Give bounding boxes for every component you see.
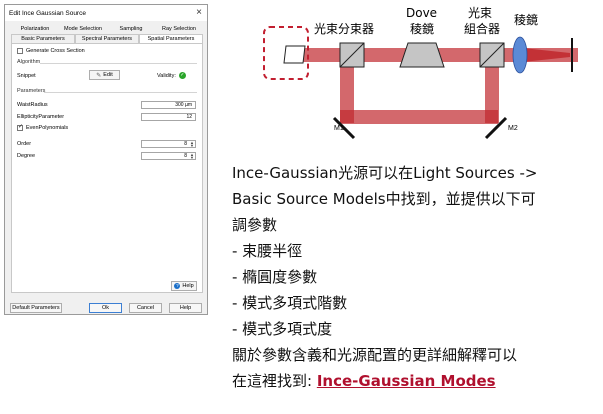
- edit-snippet-button[interactable]: ✎ Edit: [89, 70, 120, 80]
- even-polynomials-label: EvenPolynomials: [26, 125, 69, 131]
- desc-more-line-2: 在這裡找到: Ince-Gaussian Modes: [232, 368, 600, 394]
- tab-spatial-parameters[interactable]: Spatial Parameters: [139, 34, 203, 43]
- spin-arrows-icon[interactable]: ▲ ▼: [190, 153, 194, 160]
- m2-label: M2: [508, 125, 518, 132]
- even-polynomials-row[interactable]: EvenPolynomials: [17, 123, 69, 131]
- edit-button-label: Edit: [103, 72, 113, 78]
- check-circle-icon: ✓: [178, 72, 186, 79]
- param-item-degree: - 模式多項式度: [232, 320, 333, 338]
- validity-indicator: Validity: ✓: [157, 72, 186, 79]
- desc-line-1: Ince-Gaussian光源可以在Light Sources ->: [232, 164, 538, 182]
- tab-strip: Polarization Mode Selection Sampling Ray…: [11, 25, 203, 43]
- lens: [512, 36, 528, 74]
- param-item-ellipticity: - 橢圓度參數: [232, 268, 318, 286]
- desc-line-2: Basic Source Models中找到，並提供以下可: [232, 190, 536, 208]
- waist-radius-input[interactable]: 300 µm: [141, 101, 196, 109]
- generate-cross-section-row[interactable]: Generate Cross Section: [17, 48, 85, 54]
- dove-label-line1: Dove: [406, 6, 437, 20]
- lower-beam-bottom: [340, 110, 498, 124]
- algorithm-group-label: Algorithm: [17, 59, 41, 65]
- tab-basic-parameters[interactable]: Basic Parameters: [11, 34, 75, 43]
- footer-help-button[interactable]: Help: [169, 303, 202, 313]
- dove-prism: [399, 42, 445, 68]
- panel-help-button[interactable]: ? Help: [171, 281, 197, 291]
- order-stepper[interactable]: 8 ▲ ▼: [141, 140, 196, 148]
- ellipticity-input[interactable]: 12: [141, 113, 196, 121]
- dove-label-line2: 稜鏡: [410, 21, 434, 36]
- combiner-label-line2: 組合器: [464, 21, 500, 36]
- description-text: Ince-Gaussian光源可以在Light Sources -> Basic…: [232, 160, 600, 394]
- tab-sampling[interactable]: Sampling: [107, 25, 155, 34]
- validity-label: Validity:: [157, 72, 176, 79]
- dialog-titlebar: Edit Ince Gaussian Source ×: [5, 5, 207, 21]
- tab-ray-selection[interactable]: Ray Selection: [155, 25, 203, 34]
- ellipticity-label: EllipticityParameter: [17, 114, 65, 120]
- cancel-button[interactable]: Cancel: [129, 303, 162, 313]
- tab-mode-selection[interactable]: Mode Selection: [59, 25, 107, 34]
- help-icon: ?: [174, 283, 181, 289]
- degree-label: Degree: [17, 153, 36, 159]
- snippet-label: Snippet: [17, 73, 36, 79]
- degree-stepper[interactable]: 8 ▲ ▼: [141, 152, 196, 160]
- desc-more-prefix: 在這裡找到:: [232, 372, 317, 390]
- lens-label: 稜鏡: [514, 12, 538, 27]
- param-item-order: - 模式多項式階數: [232, 294, 348, 312]
- degree-value: 8: [184, 153, 187, 159]
- dialog-title: Edit Ince Gaussian Source: [9, 9, 86, 17]
- default-parameters-button[interactable]: Default Parameters: [10, 303, 62, 313]
- parameters-group-label: Parameters: [17, 88, 46, 94]
- m1-label: M1: [334, 125, 344, 132]
- desc-more-line-1: 關於參數含義和光源配置的更詳細解釋可以: [232, 346, 518, 364]
- generate-cross-section-label: Generate Cross Section: [26, 48, 85, 54]
- edit-source-dialog: Edit Ince Gaussian Source × Polarization…: [4, 4, 208, 315]
- param-item-waist: - 束腰半徑: [232, 242, 303, 260]
- order-label: Order: [17, 141, 32, 147]
- algorithm-divider: [40, 63, 197, 64]
- waist-radius-label: WaistRadius: [17, 102, 48, 108]
- spin-arrows-icon[interactable]: ▲ ▼: [190, 141, 194, 148]
- even-polynomials-checkbox[interactable]: [17, 123, 23, 131]
- mach-zehnder-schematic: 光束分束器 Dove 稜鏡 光束 組合器 稜鏡 M1 M2: [263, 6, 578, 140]
- parameters-divider: [44, 92, 197, 93]
- tab-polarization[interactable]: Polarization: [11, 25, 59, 34]
- pencil-icon: ✎: [96, 72, 102, 79]
- ince-gaussian-modes-link[interactable]: Ince-Gaussian Modes: [317, 372, 496, 390]
- desc-line-3: 調參數: [232, 216, 278, 234]
- close-icon[interactable]: ×: [196, 6, 202, 20]
- order-value: 8: [184, 141, 187, 147]
- tab-spectral-parameters[interactable]: Spectral Parameters: [75, 34, 139, 43]
- spatial-parameters-panel: Generate Cross Section Algorithm Snippet…: [11, 43, 203, 293]
- combiner-label-line1: 光束: [468, 6, 492, 20]
- generate-cross-section-checkbox[interactable]: [17, 48, 23, 54]
- ok-button[interactable]: Ok: [89, 303, 122, 313]
- beam-splitter-label: 光束分束器: [314, 22, 374, 36]
- panel-help-label: Help: [182, 283, 194, 289]
- source-element: [283, 45, 306, 64]
